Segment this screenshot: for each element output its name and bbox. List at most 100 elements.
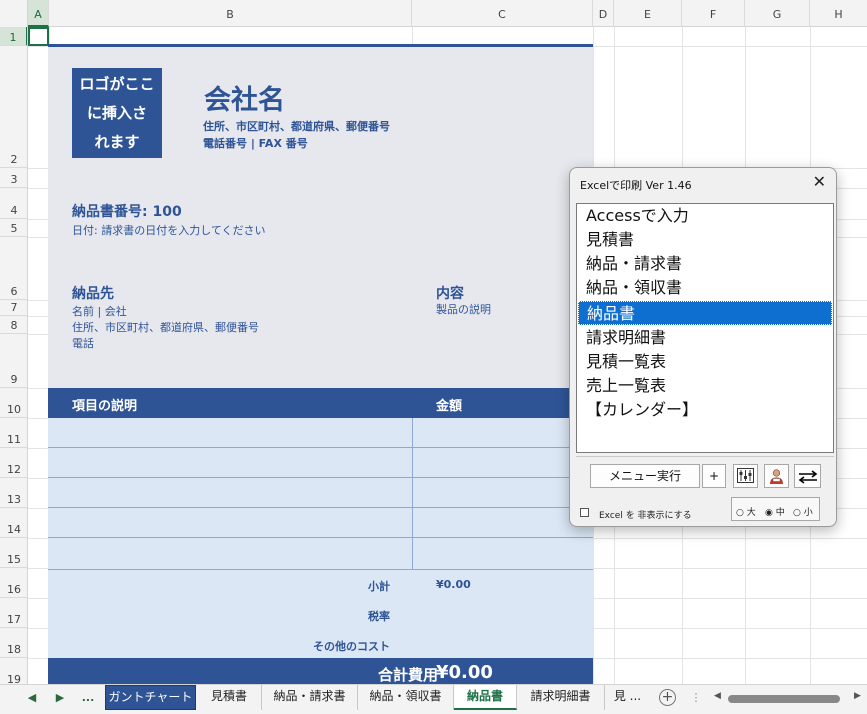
list-item[interactable]: 見積一覧表 bbox=[578, 350, 832, 374]
menu-listbox[interactable]: Accessで入力 見積書 納品・請求書 納品・領収書 納品書 請求明細書 見積… bbox=[576, 203, 834, 453]
sheet-tab-bar: ◀ ▶ ... ガントチャート 見積書 納品・請求書 納品・領収書 納品書 請求… bbox=[0, 684, 867, 714]
items-table-body[interactable] bbox=[48, 418, 593, 569]
radio-medium-label: 中 bbox=[775, 508, 785, 518]
subtotal-value: ¥0.00 bbox=[436, 578, 471, 591]
row-header[interactable]: 8 bbox=[0, 316, 27, 334]
column-header-bar: A B C D E F G H bbox=[0, 0, 867, 27]
grand-total-bar: 合計費用 ¥0.00 bbox=[48, 658, 593, 684]
radio-medium[interactable]: ◉ 中 bbox=[765, 505, 785, 518]
select-all-corner[interactable] bbox=[0, 0, 28, 27]
company-phone-fax: 電話番号 | FAX 番号 bbox=[203, 137, 308, 150]
row-header[interactable]: 12 bbox=[0, 448, 27, 478]
row-header[interactable]: 1 bbox=[0, 27, 27, 46]
row-header[interactable]: 11 bbox=[0, 418, 27, 448]
column-header-b[interactable]: B bbox=[49, 0, 412, 27]
radio-small[interactable]: ○ 小 bbox=[793, 505, 813, 518]
row-header[interactable]: 14 bbox=[0, 508, 27, 538]
tab-invoice-receipt[interactable]: 納品・領収書 bbox=[358, 685, 454, 710]
column-header-c[interactable]: C bbox=[412, 0, 593, 27]
close-icon[interactable]: ✕ bbox=[813, 172, 826, 191]
delivery-number: 納品書番号: 100 bbox=[72, 204, 182, 220]
destination-address: 住所、市区町村、都道府県、郵便番号 bbox=[72, 321, 259, 334]
logo-placeholder[interactable]: ロゴがここ に挿入さ れます bbox=[72, 68, 162, 158]
list-item[interactable]: 売上一覧表 bbox=[578, 374, 832, 398]
tab-billing-statement[interactable]: 請求明細書 bbox=[517, 685, 605, 710]
table-row[interactable] bbox=[48, 448, 593, 478]
list-item[interactable]: 納品・請求書 bbox=[578, 252, 832, 276]
row-header[interactable]: 7 bbox=[0, 300, 27, 316]
scrollbar-thumb[interactable] bbox=[728, 695, 840, 703]
company-name: 会社名 bbox=[204, 85, 285, 116]
row-header[interactable]: 16 bbox=[0, 568, 27, 598]
print-menu-dialog[interactable]: Excelで印刷 Ver 1.46 ✕ Accessで入力 見積書 納品・請求書… bbox=[569, 167, 837, 527]
plus-button[interactable]: + bbox=[702, 464, 726, 488]
column-header-g[interactable]: G bbox=[745, 0, 810, 27]
active-cell-a1[interactable] bbox=[28, 27, 49, 46]
table-row[interactable] bbox=[48, 478, 593, 508]
swap-button[interactable] bbox=[794, 464, 821, 488]
other-costs-label: その他のコスト bbox=[313, 640, 390, 653]
tab-more[interactable]: 見 ... bbox=[605, 685, 650, 710]
run-menu-button[interactable]: メニュー実行 bbox=[590, 464, 700, 488]
list-item[interactable]: 【カレンダー】 bbox=[578, 398, 832, 422]
column-header-h[interactable]: H bbox=[810, 0, 867, 27]
row-header[interactable]: 19 bbox=[0, 658, 27, 684]
table-row[interactable] bbox=[48, 538, 593, 568]
hide-excel-checkbox[interactable] bbox=[580, 508, 589, 517]
destination-name: 名前 | 会社 bbox=[72, 305, 127, 318]
column-header-e[interactable]: E bbox=[614, 0, 682, 27]
list-item[interactable]: Accessで入力 bbox=[578, 204, 832, 228]
grand-total-label: 合計費用 bbox=[377, 666, 438, 684]
column-amount: 金額 bbox=[436, 399, 463, 414]
destination-title: 納品先 bbox=[72, 286, 114, 302]
row-header[interactable]: 9 bbox=[0, 334, 27, 388]
row-header[interactable]: 3 bbox=[0, 168, 27, 188]
totals-section: 小計 ¥0.00 税率 その他のコスト bbox=[48, 569, 593, 658]
table-row[interactable] bbox=[48, 508, 593, 538]
row-header[interactable]: 15 bbox=[0, 538, 27, 568]
swap-arrows-icon bbox=[798, 470, 817, 484]
sliders-icon bbox=[737, 468, 754, 483]
horizontal-scrollbar[interactable]: ◀ ▶ bbox=[714, 691, 864, 703]
list-item[interactable]: 見積書 bbox=[578, 228, 832, 252]
scroll-tabs-left-icon[interactable]: ◀ bbox=[22, 691, 42, 704]
scroll-right-icon[interactable]: ▶ bbox=[854, 691, 861, 701]
row-header[interactable]: 5 bbox=[0, 219, 27, 237]
content-title: 内容 bbox=[436, 286, 464, 302]
column-header-d[interactable]: D bbox=[593, 0, 614, 27]
row-header[interactable]: 17 bbox=[0, 598, 27, 628]
settings-sliders-button[interactable] bbox=[733, 464, 758, 488]
logo-text: ロゴがここ bbox=[79, 75, 155, 93]
row-header[interactable]: 13 bbox=[0, 478, 27, 508]
items-table-header: 項目の説明 金額 bbox=[48, 388, 593, 418]
table-column-separator bbox=[412, 418, 413, 569]
tab-quote[interactable]: 見積書 bbox=[197, 685, 262, 710]
add-sheet-icon[interactable]: + bbox=[659, 689, 676, 706]
row-header[interactable]: 10 bbox=[0, 388, 27, 418]
row-header[interactable]: 2 bbox=[0, 46, 27, 168]
tab-splitter-icon[interactable]: ⋮ bbox=[686, 691, 706, 704]
table-row[interactable] bbox=[48, 418, 593, 448]
hide-excel-label: Excel を 非表示にする bbox=[599, 511, 692, 521]
more-tabs-left[interactable]: ... bbox=[78, 691, 98, 704]
size-radio-group[interactable]: ○ 大 ◉ 中 ○ 小 bbox=[731, 497, 820, 521]
column-header-f[interactable]: F bbox=[682, 0, 745, 27]
delivery-date-hint: 日付: 請求書の日付を入力してください bbox=[72, 224, 266, 237]
list-item[interactable]: 請求明細書 bbox=[578, 326, 832, 350]
tab-invoice-bill[interactable]: 納品・請求書 bbox=[262, 685, 358, 710]
scroll-left-icon[interactable]: ◀ bbox=[714, 691, 721, 701]
row-header[interactable]: 4 bbox=[0, 188, 27, 219]
radio-large[interactable]: ○ 大 bbox=[736, 505, 756, 518]
radio-large-label: 大 bbox=[746, 508, 756, 518]
tab-gantt-chart[interactable]: ガントチャート bbox=[105, 685, 196, 710]
row-header[interactable]: 18 bbox=[0, 628, 27, 658]
radio-small-label: 小 bbox=[803, 508, 813, 518]
scroll-tabs-right-icon[interactable]: ▶ bbox=[50, 691, 70, 704]
content-description: 製品の説明 bbox=[436, 303, 491, 316]
row-header[interactable]: 6 bbox=[0, 237, 27, 300]
tab-delivery-note[interactable]: 納品書 bbox=[454, 685, 517, 710]
list-item-selected[interactable]: 納品書 bbox=[578, 301, 832, 325]
user-button[interactable] bbox=[764, 464, 789, 488]
column-header-a[interactable]: A bbox=[28, 0, 49, 27]
list-item[interactable]: 納品・領収書 bbox=[578, 276, 832, 300]
